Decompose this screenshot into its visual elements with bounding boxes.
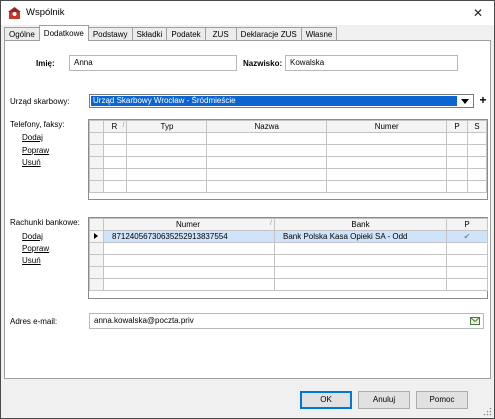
phones-edit-link[interactable]: Popraw (22, 146, 49, 155)
bank-add-link[interactable]: Dodaj (22, 232, 43, 241)
tab-wlasne[interactable]: Własne (300, 27, 338, 41)
resize-grip-icon[interactable] (483, 407, 492, 416)
table-row[interactable] (88, 156, 488, 169)
tab-zus[interactable]: ZUS (204, 27, 237, 41)
tab-podstawy[interactable]: Podstawy (87, 27, 133, 41)
tab-strip: Ogólne Dodatkowe Podstawy Składki Podate… (4, 25, 338, 41)
first-name-field[interactable]: Anna (69, 55, 237, 71)
tab-skladki[interactable]: Składki (131, 27, 168, 41)
tab-panel-dodatkowe: Imię: Anna Nazwisko: Kowalska Urząd skar… (4, 40, 491, 379)
table-row[interactable]: 87124056730635252913837554 Bank Polska K… (89, 230, 488, 243)
email-label: Adres e-mail: (10, 317, 58, 326)
title-bar: Wspólnik ✕ (1, 1, 494, 25)
bank-accounts-label: Rachunki bankowe: (10, 218, 80, 227)
bank-name-cell[interactable]: Bank Polska Kasa Opieki SA - Odd (274, 230, 447, 243)
bank-edit-link[interactable]: Popraw (22, 244, 49, 253)
phones-delete-link[interactable]: Usuń (22, 158, 41, 167)
column-header-p[interactable]: P (446, 120, 468, 133)
tab-ogolne[interactable]: Ogólne (4, 27, 40, 41)
close-icon[interactable]: ✕ (470, 5, 486, 21)
column-header-p[interactable]: P (446, 218, 488, 231)
tax-office-value: Urząd Skarbowy Wrocław - Śródmieście (91, 96, 457, 106)
first-name-label: Imię: (36, 59, 55, 68)
tax-office-label: Urząd skarbowy: (10, 97, 70, 106)
table-row[interactable] (88, 144, 488, 157)
help-button[interactable]: Pomoc (416, 391, 468, 409)
account-number-cell[interactable]: 87124056730635252913837554 (103, 230, 275, 243)
send-email-icon[interactable] (470, 317, 480, 325)
ok-button[interactable]: OK (300, 391, 352, 409)
email-field[interactable]: anna.kowalska@poczta.priv (89, 313, 484, 329)
table-row[interactable] (89, 266, 488, 279)
person-icon (8, 7, 21, 19)
bank-header-row: Numer / Bank P (89, 218, 488, 231)
tab-dodatkowe[interactable]: Dodatkowe (38, 25, 89, 41)
phones-add-link[interactable]: Dodaj (22, 133, 43, 142)
add-tax-office-button[interactable]: + (477, 94, 489, 108)
cancel-button[interactable]: Anuluj (358, 391, 410, 409)
column-header-r[interactable]: R / (103, 120, 128, 133)
tax-office-select[interactable]: Urząd Skarbowy Wrocław - Śródmieście (89, 94, 474, 108)
last-name-label: Nazwisko: (243, 59, 283, 68)
last-name-field[interactable]: Kowalska (285, 55, 458, 71)
dialog-window: Wspólnik ✕ Ogólne Dodatkowe Podstawy Skł… (0, 0, 495, 419)
column-header-typ[interactable]: Typ (126, 120, 208, 133)
email-value: anna.kowalska@poczta.priv (94, 316, 194, 325)
column-header-s[interactable]: S (466, 120, 488, 133)
table-row[interactable] (88, 168, 488, 181)
table-row[interactable] (89, 254, 488, 267)
phones-label: Telefony, faksy: (10, 120, 65, 129)
current-row-indicator (89, 230, 104, 243)
sort-icon: / (270, 220, 272, 227)
tab-deklaracje-zus[interactable]: Deklaracje ZUS (235, 27, 302, 41)
column-header-nazwa[interactable]: Nazwa (206, 120, 327, 133)
primary-check-cell[interactable]: ✔ (446, 230, 488, 243)
bank-delete-link[interactable]: Usuń (22, 256, 41, 265)
column-header-bank[interactable]: Bank (274, 218, 447, 231)
column-header-numer[interactable]: Numer (325, 120, 448, 133)
phones-grid[interactable]: R / Typ Nazwa Numer P S (88, 120, 488, 193)
phones-header-row: R / Typ Nazwa Numer P S (88, 120, 488, 133)
table-row[interactable] (88, 180, 488, 193)
chevron-down-icon[interactable] (459, 97, 471, 105)
bank-accounts-grid[interactable]: Numer / Bank P 87124056730635252913837554… (89, 218, 488, 291)
table-row[interactable] (89, 278, 488, 291)
window-title: Wspólnik (26, 7, 65, 18)
row-indicator-header (89, 218, 104, 231)
row-pointer-icon (94, 232, 98, 239)
table-row[interactable] (88, 132, 488, 145)
row-indicator-header (88, 120, 105, 133)
sort-icon: / (122, 122, 125, 129)
column-header-numer[interactable]: Numer / (103, 218, 275, 231)
tab-podatek[interactable]: Podatek (166, 27, 206, 41)
table-row[interactable] (89, 242, 488, 255)
